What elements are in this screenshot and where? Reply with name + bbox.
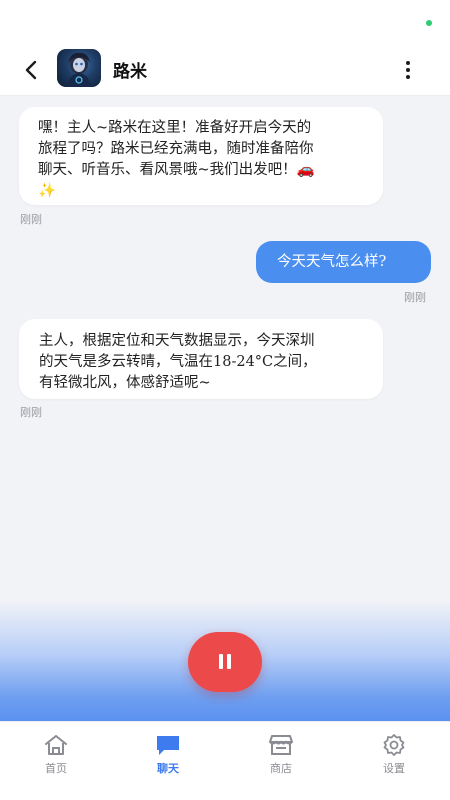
tab-store[interactable]: 商店 [225,722,337,800]
message-line: 的天气是多云转晴，气温在18-24°C之间， [39,354,317,370]
message-line: 今天天气怎么样? [277,254,387,270]
message-line: 聊天、听音乐、看风景哦~我们出发吧！🚗 [38,162,315,178]
chat-header: 路米 [0,44,450,96]
more-button[interactable] [398,58,418,82]
message-line: 有轻微北风，体感舒适呢~ [39,375,211,391]
status-bar [0,0,450,44]
chevron-left-icon [25,60,37,80]
tab-home[interactable]: 首页 [0,722,112,800]
tab-label: 聊天 [157,762,179,775]
user-message: 今天天气怎么样? [256,241,431,283]
tab-label: 首页 [45,762,67,775]
message-timestamp: 刚刚 [20,406,42,419]
store-icon [269,735,293,755]
tab-label: 设置 [383,762,405,775]
more-vertical-icon [406,61,410,79]
message-line: 嘿！主人~路米在这里！准备好开启今天的 [38,120,312,136]
message-line: 旅程了吗？路米已经充满电，随时准备陪你 [38,141,314,157]
assistant-message: 主人，根据定位和天气数据显示，今天深圳 的天气是多云转晴，气温在18-24°C之… [19,319,383,399]
pause-button[interactable] [188,632,262,692]
back-button[interactable] [18,56,46,84]
message-line: ✨ [38,183,57,199]
avatar[interactable] [57,49,101,87]
tab-label: 商店 [270,762,292,775]
status-indicator-dot [426,20,432,26]
chat-messages[interactable]: 嘿！主人~路米在这里！准备好开启今天的 旅程了吗？路米已经充满电，随时准备陪你 … [0,97,450,617]
chat-title: 路米 [113,62,147,82]
message-timestamp: 刚刚 [20,213,42,226]
tab-chat[interactable]: 聊天 [112,722,224,800]
message-line: 主人，根据定位和天气数据显示，今天深圳 [39,333,315,349]
tab-settings[interactable]: 设置 [338,722,450,800]
message-timestamp: 刚刚 [404,291,426,304]
gear-icon [383,734,405,756]
bottom-tab-bar: 首页 聊天 商店 设置 [0,721,450,800]
home-icon [45,735,67,755]
avatar-image [67,52,91,87]
chat-icon [157,736,179,755]
assistant-message: 嘿！主人~路米在这里！准备好开启今天的 旅程了吗？路米已经充满电，随时准备陪你 … [19,107,383,205]
